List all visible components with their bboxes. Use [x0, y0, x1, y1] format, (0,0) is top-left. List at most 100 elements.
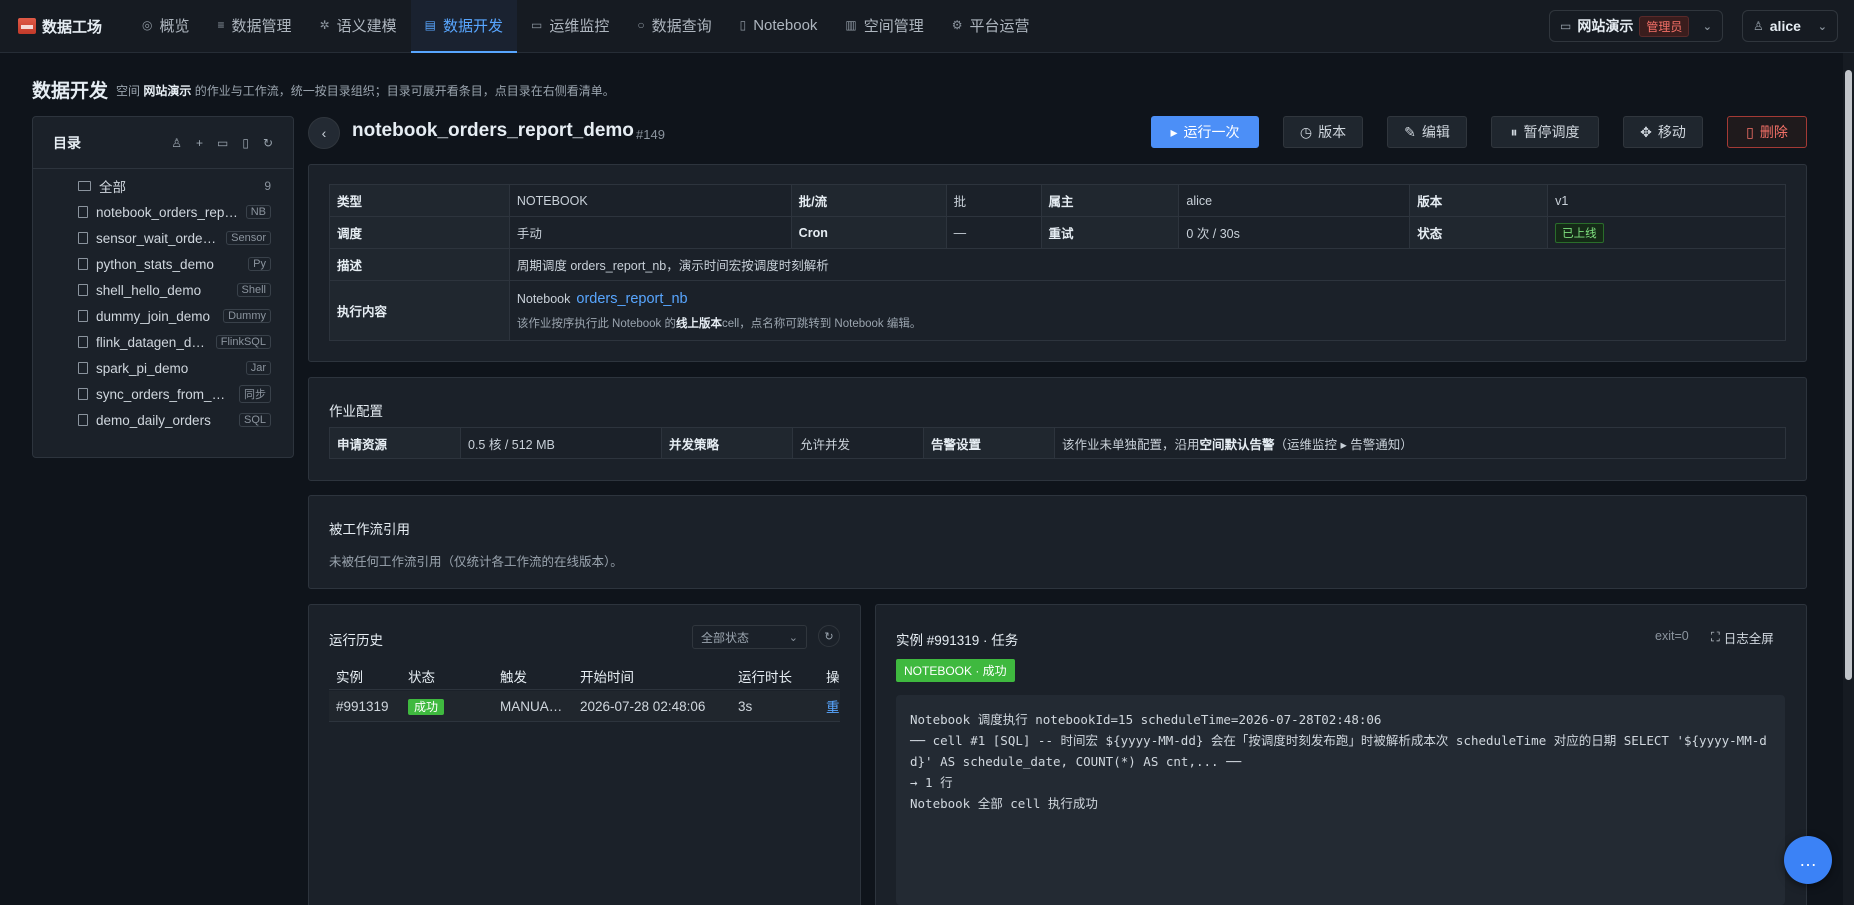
page-subtitle: 空间 网站演示 的作业与工作流，统一按目录组织；目录可展开看条目，点目录在右侧看…	[116, 84, 615, 98]
refs-note: 未被任何工作流引用（仅统计各工作流的在线版本）。	[329, 555, 623, 569]
page-scrollbar-thumb[interactable]	[1845, 70, 1852, 680]
history-title: 运行历史	[329, 633, 383, 648]
file-icon	[78, 232, 88, 244]
file-icon	[78, 258, 88, 270]
exit-code: exit=0	[1655, 629, 1689, 643]
expand-icon: ⛶	[1711, 630, 1720, 644]
pause-schedule-button[interactable]: ⏸ 暂停调度	[1491, 116, 1599, 148]
nav-tab-notebook[interactable]: ▯ Notebook	[726, 0, 832, 53]
sidebar-item[interactable]: sensor_wait_orders_demoSensor	[33, 225, 293, 251]
code-file-icon: ▤	[424, 18, 436, 32]
workflow-refs-card	[308, 495, 1807, 589]
search-icon: ○	[637, 18, 645, 32]
clock-icon: ◷	[1299, 123, 1313, 140]
log-status-badge: NOTEBOOK · 成功	[896, 659, 1015, 682]
table-row[interactable]: #991319 成功 MANUA… 2026-07-28 02:48:06 3s…	[329, 691, 840, 722]
info-row: 类型 NOTEBOOK 批/流 批 属主 alice 版本 v1	[329, 184, 1786, 217]
dashboard-icon: ◎	[142, 18, 153, 32]
delete-button[interactable]: ▯ 删除	[1727, 116, 1807, 148]
building-icon: ▥	[845, 18, 857, 32]
sidebar-item[interactable]: sync_orders_from_mysql 同步	[33, 381, 293, 407]
role-badge: 管理员	[1639, 15, 1690, 37]
sidebar-item[interactable]: notebook_orders_report_demoNB	[33, 199, 293, 225]
job-id: #149	[636, 127, 665, 142]
chevron-down-icon: ⌄	[788, 631, 798, 644]
move-button[interactable]: ✥ 移动	[1623, 116, 1703, 148]
refs-title: 被工作流引用	[329, 522, 410, 537]
info-row: 执行内容 Notebook orders_report_nb 该作业按序执行此 N…	[329, 280, 1787, 341]
trash-icon: ▯	[1746, 123, 1754, 140]
pause-circle-icon: ⏸	[1510, 123, 1518, 140]
gear-icon: ⚙	[951, 18, 963, 32]
job-type-tag: Shell	[236, 283, 271, 297]
sidebar-item-label: 全部	[99, 180, 126, 195]
file-icon	[78, 206, 88, 218]
version-button[interactable]: ◷ 版本	[1283, 116, 1363, 148]
page-title: 数据开发	[32, 81, 109, 102]
nav-tab-data-development[interactable]: ▤ 数据开发	[410, 0, 517, 53]
file-icon	[78, 284, 88, 296]
job-type-tag: 同步	[239, 385, 271, 403]
job-type-tag: NB	[245, 205, 271, 219]
log-line: Notebook 调度执行 notebookId=15 scheduleTime…	[910, 712, 1382, 727]
space-selector[interactable]: ▭ 网站演示 管理员 ⌄	[1549, 10, 1723, 42]
chevron-down-icon: ⌄	[1702, 20, 1712, 33]
sidebar-item[interactable]: spark_pi_demo Jar	[33, 355, 293, 381]
sidebar-item[interactable]: python_stats_demo Py	[33, 251, 293, 277]
job-type-tag: Dummy	[223, 309, 271, 323]
item-count: 9	[264, 179, 271, 193]
job-type-tag: SQL	[238, 413, 271, 427]
brand-name: 数据工场	[42, 18, 103, 36]
log-title: 实例 #991319 · 任务	[896, 633, 1019, 648]
refresh-button[interactable]: ↻	[818, 625, 840, 647]
nav-tab-overview[interactable]: ◎ 概览	[128, 0, 204, 53]
nav-tab-space-management[interactable]: ▥ 空间管理	[831, 0, 937, 53]
chat-bubble-icon: …	[1799, 849, 1817, 870]
sidebar-item-all[interactable]: 全部 9	[33, 173, 293, 199]
chat-assistant-button[interactable]: …	[1784, 836, 1832, 884]
rerun-link[interactable]: 重	[819, 696, 840, 716]
nav-tab-data-management[interactable]: ≡ 数据管理	[204, 0, 306, 53]
job-type-tag: Sensor	[226, 231, 271, 245]
back-button[interactable]: ‹	[308, 117, 340, 149]
trash-icon[interactable]: ▯	[242, 136, 249, 150]
file-icon	[78, 388, 88, 400]
history-table-header: 实例 状态 触发 开始时间 运行时长 操	[329, 662, 840, 690]
user-name: alice	[1769, 18, 1801, 34]
sidebar-tools: ♙ + ▭ ▯ ↻	[171, 136, 273, 150]
nav-tab-data-query[interactable]: ○ 数据查询	[623, 0, 725, 53]
fullscreen-log-button[interactable]: ⛶ 日志全屏	[1711, 628, 1774, 647]
new-folder-icon[interactable]: ▭	[217, 136, 228, 150]
directory-sidebar: 目录 ♙ + ▭ ▯ ↻ 全部 9 notebook_orders_report…	[32, 116, 294, 458]
notebook-link[interactable]: orders_report_nb	[576, 291, 687, 307]
nav-tab-platform-ops[interactable]: ⚙ 平台运营	[938, 0, 1044, 53]
sidebar-title: 目录	[53, 134, 81, 151]
status-badge: 已上线	[1555, 222, 1604, 243]
nav-tabs: ◎ 概览 ≡ 数据管理 ✲ 语义建模 ▤ 数据开发 ▭ 运维监控 ○ 数据查询 ▯ Noteb…	[128, 0, 1044, 53]
sidebar-item[interactable]: shell_hello_demo Shell	[33, 277, 293, 303]
status-filter-select[interactable]: 全部状态 ⌄	[692, 625, 807, 649]
config-title: 作业配置	[329, 404, 383, 419]
info-row: 调度 手动 Cron — 重试 0 次 / 30s 状态 已上线	[329, 216, 1786, 249]
sidebar-item[interactable]: flink_datagen_demo FlinkSQL	[33, 329, 293, 355]
chevron-down-icon: ⌄	[1817, 20, 1827, 33]
file-icon	[78, 310, 88, 322]
user-menu[interactable]: ♙ alice ⌄	[1742, 10, 1838, 42]
sidebar-item[interactable]: demo_daily_orders SQL	[33, 407, 293, 433]
move-icon: ✥	[1640, 123, 1652, 140]
status-badge: 成功	[408, 698, 445, 715]
nav-tab-ops-monitor[interactable]: ▭ 运维监控	[517, 0, 623, 53]
file-icon	[78, 362, 88, 374]
add-icon[interactable]: +	[196, 136, 203, 150]
sidebar-header: 目录 ♙ + ▭ ▯ ↻	[33, 117, 293, 169]
user-filter-icon[interactable]: ♙	[171, 136, 182, 150]
run-once-button[interactable]: ▸ 运行一次	[1151, 116, 1259, 148]
config-table: 申请资源 0.5 核 / 512 MB 并发策略 允许并发 告警设置 该作业未单…	[329, 427, 1786, 459]
brand[interactable]: 数据工场	[0, 16, 128, 37]
sidebar-item[interactable]: dummy_join_demo Dummy	[33, 303, 293, 329]
edit-button[interactable]: ✎ 编辑	[1387, 116, 1467, 148]
folder-icon: ▭	[1560, 19, 1572, 33]
factory-logo-icon	[18, 18, 36, 34]
refresh-icon[interactable]: ↻	[263, 136, 273, 150]
nav-tab-semantic-modeling[interactable]: ✲ 语义建模	[306, 0, 411, 53]
